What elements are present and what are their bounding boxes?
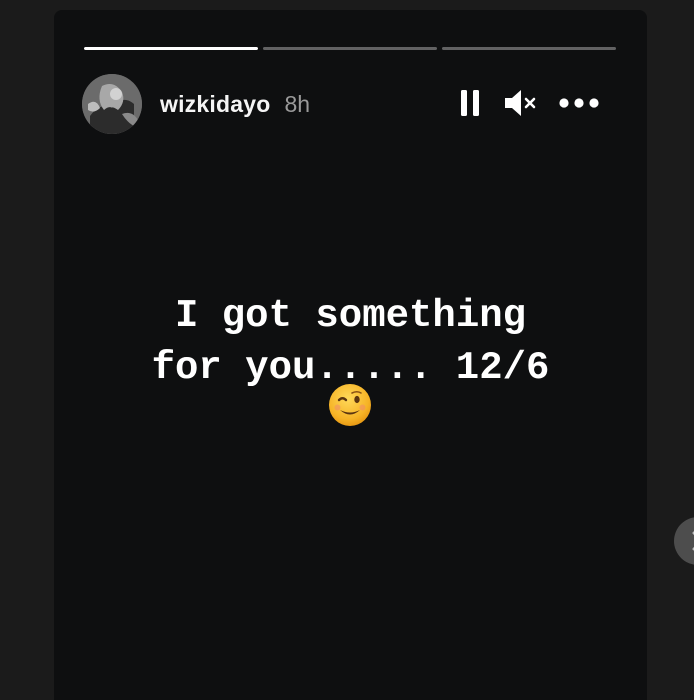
- story-text: I got something for you..... 12/6: [54, 290, 647, 394]
- pause-icon: [461, 90, 479, 116]
- pause-button[interactable]: [459, 89, 481, 117]
- story-text-line-1: I got something: [174, 294, 527, 338]
- more-options-icon: [559, 98, 599, 108]
- story-controls: [459, 88, 599, 118]
- progress-segment-1: [84, 47, 258, 50]
- timestamp: 8h: [284, 90, 311, 117]
- speaker-muted-icon: [505, 90, 536, 116]
- avatar-image: [82, 74, 142, 134]
- progress-segment-2: [263, 47, 437, 50]
- mute-button[interactable]: [503, 88, 537, 118]
- avatar[interactable]: [82, 74, 142, 134]
- more-options-button[interactable]: [559, 97, 599, 109]
- winking-face-icon: [329, 384, 371, 426]
- story-progress-bar: [84, 47, 616, 50]
- progress-fill-1: [84, 47, 258, 50]
- story-card[interactable]: wizkidayo 8h I got something for you....…: [54, 10, 647, 700]
- progress-segment-3: [442, 47, 616, 50]
- username[interactable]: wizkidayo: [160, 91, 270, 118]
- next-story-button[interactable]: [674, 517, 694, 565]
- story-viewer: wizkidayo 8h I got something for you....…: [0, 0, 694, 700]
- chevron-right-icon: [692, 531, 694, 551]
